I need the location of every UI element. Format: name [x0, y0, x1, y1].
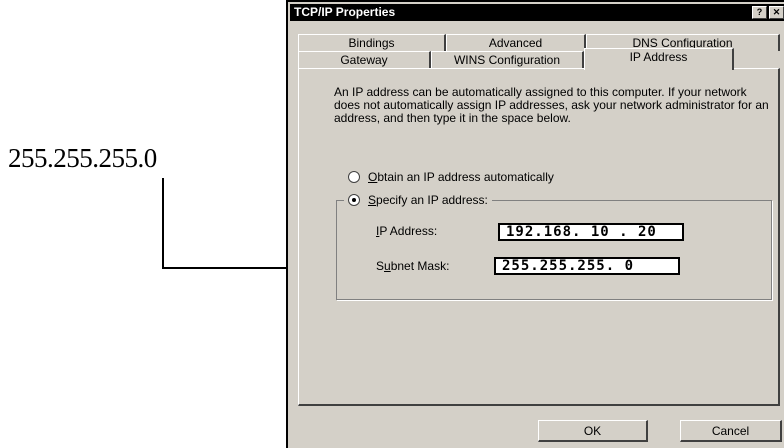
obtain-ip-auto-label: Obtain an IP address automatically — [368, 170, 554, 184]
cancel-button[interactable]: Cancel — [680, 420, 782, 442]
ok-button[interactable]: OK — [538, 420, 648, 442]
tab-wins-configuration[interactable]: WINS Configuration — [431, 51, 584, 68]
specify-ip-group — [336, 200, 772, 300]
obtain-ip-auto-option[interactable]: Obtain an IP address automatically — [348, 170, 554, 184]
window-title: TCP/IP Properties — [294, 5, 396, 19]
tab-advanced[interactable]: Advanced — [446, 34, 586, 51]
close-button[interactable]: ✕ — [769, 6, 784, 19]
title-bar: TCP/IP Properties ? ✕ — [290, 4, 784, 21]
tab-gateway[interactable]: Gateway — [298, 51, 431, 68]
subnet-callout-text: 255.255.255.0 — [8, 143, 157, 173]
ip-address-field[interactable]: 192.168. 10 . 20 — [498, 223, 684, 241]
specify-ip-label: Specify an IP address: — [368, 193, 488, 207]
specify-ip-radio[interactable] — [348, 194, 360, 206]
subnet-mask-label: Subnet Mask: — [376, 259, 450, 273]
obtain-ip-auto-radio[interactable] — [348, 171, 360, 183]
ip-address-label: IP Address: — [376, 224, 438, 238]
help-button[interactable]: ? — [752, 6, 767, 19]
callout-leader-line-vertical — [162, 178, 164, 269]
tab-ip-address[interactable]: IP Address — [584, 48, 734, 70]
subnet-mask-field[interactable]: 255.255.255. 0 — [494, 257, 680, 275]
tcpip-properties-dialog: TCP/IP Properties ? ✕ Bindings Advanced … — [286, 0, 784, 448]
ip-description-text: An IP address can be automatically assig… — [334, 85, 769, 125]
specify-ip-option[interactable]: Specify an IP address: — [344, 193, 492, 207]
tab-bindings[interactable]: Bindings — [298, 34, 446, 51]
